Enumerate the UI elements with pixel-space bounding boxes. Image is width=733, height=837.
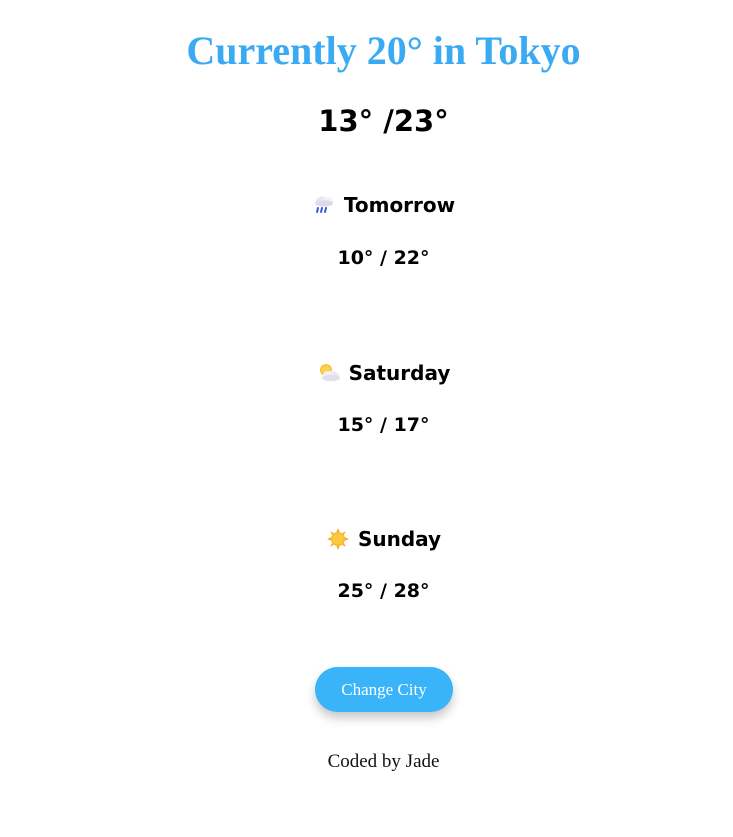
forecast-day-label: Sunday bbox=[357, 527, 442, 551]
change-city-button[interactable]: Change City bbox=[315, 667, 453, 712]
weather-app: Currently 20° in Tokyo 13° /23° Tomorrow… bbox=[0, 0, 733, 837]
page-title: Currently 20° in Tokyo bbox=[186, 28, 581, 73]
today-temperature-range: 13° /23° bbox=[318, 104, 449, 138]
sun-behind-cloud-icon bbox=[317, 361, 341, 385]
forecast-day-label: Tomorrow bbox=[343, 193, 456, 217]
forecast-range-tomorrow: 10° / 22° bbox=[337, 247, 430, 269]
forecast-day-tomorrow: Tomorrow bbox=[0, 192, 733, 218]
forecast-day-label: Saturday bbox=[348, 361, 451, 385]
rain-cloud-icon bbox=[312, 193, 336, 217]
forecast-range-saturday: 15° / 17° bbox=[337, 414, 430, 436]
forecast-range-sunday: 25° / 28° bbox=[337, 580, 430, 602]
footer-credit: Coded by Jade bbox=[327, 751, 440, 772]
sun-icon bbox=[326, 527, 350, 551]
forecast-day-sunday: Sunday bbox=[0, 526, 733, 552]
forecast-day-saturday: Saturday bbox=[0, 360, 733, 386]
